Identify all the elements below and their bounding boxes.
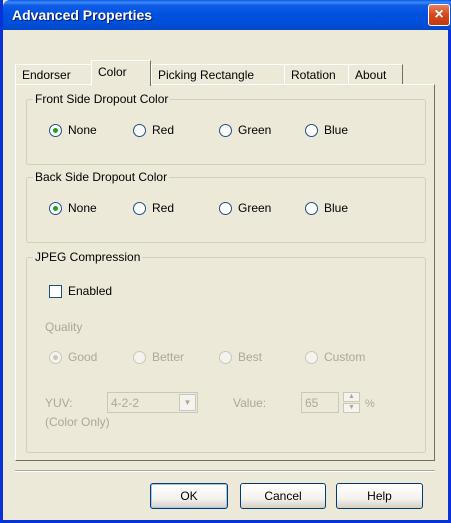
front-dropout-group: Front Side Dropout Color None Red Green … <box>26 92 426 165</box>
chevron-down-icon[interactable]: ▼ <box>179 394 196 411</box>
yuv-select[interactable]: 4-2-2 ▼ <box>107 392 198 413</box>
button-separator <box>15 470 435 472</box>
jpeg-compression-group: JPEG Compression Enabled Quality Good Be… <box>26 250 426 453</box>
front-radio-blue[interactable]: Blue <box>305 123 348 137</box>
jpeg-compression-title: JPEG Compression <box>33 250 143 264</box>
radio-indicator <box>133 201 146 215</box>
radio-indicator <box>133 350 146 364</box>
ok-button[interactable]: OK <box>150 483 228 509</box>
radio-indicator <box>49 350 62 364</box>
quality-radio-good[interactable]: Good <box>49 350 97 364</box>
yuv-label: YUV: <box>45 396 73 410</box>
quality-radio-best[interactable]: Best <box>219 350 262 364</box>
close-icon: × <box>434 6 444 23</box>
close-button[interactable]: × <box>428 4 450 26</box>
value-input-text: 65 <box>305 396 319 410</box>
radio-indicator <box>305 201 318 215</box>
back-radio-none[interactable]: None <box>49 201 97 215</box>
quality-label: Quality <box>45 320 83 334</box>
back-radio-red[interactable]: Red <box>133 201 174 215</box>
value-unit: % <box>365 398 375 410</box>
radio-indicator <box>305 123 318 137</box>
tab-color[interactable]: Color <box>91 60 151 86</box>
quality-radio-custom[interactable]: Custom <box>305 350 365 364</box>
enabled-checkbox[interactable]: Enabled <box>49 284 112 298</box>
spin-up-icon[interactable]: ▲ <box>343 392 360 402</box>
front-dropout-title: Front Side Dropout Color <box>33 92 171 106</box>
checkbox-indicator <box>49 284 62 298</box>
front-radio-none[interactable]: None <box>49 123 97 137</box>
radio-indicator <box>49 201 62 215</box>
radio-indicator <box>219 123 232 137</box>
radio-indicator <box>305 350 318 364</box>
cancel-button[interactable]: Cancel <box>240 483 326 509</box>
yuv-select-value: 4-2-2 <box>111 396 140 410</box>
back-dropout-group: Back Side Dropout Color None Red Green B… <box>26 170 426 243</box>
window-title: Advanced Properties <box>12 7 153 23</box>
back-dropout-title: Back Side Dropout Color <box>33 170 170 184</box>
tab-endorser[interactable]: Endorser <box>15 64 93 85</box>
tab-picking-rectangle[interactable]: Picking Rectangle <box>151 64 285 85</box>
value-input[interactable]: 65 <box>301 392 339 413</box>
back-radio-blue[interactable]: Blue <box>305 201 348 215</box>
value-spinner[interactable]: ▲ ▼ <box>343 392 360 413</box>
dialog-window: Advanced Properties × Endorser Color Pic… <box>0 0 451 523</box>
front-radio-red[interactable]: Red <box>133 123 174 137</box>
title-bar[interactable]: Advanced Properties × <box>3 0 451 30</box>
value-label: Value: <box>233 396 267 410</box>
radio-indicator <box>133 123 146 137</box>
tab-about[interactable]: About <box>348 64 403 85</box>
yuv-note: (Color Only) <box>45 415 110 429</box>
help-button[interactable]: Help <box>336 483 423 509</box>
spin-down-icon[interactable]: ▼ <box>343 403 360 413</box>
radio-indicator <box>219 350 232 364</box>
front-radio-green[interactable]: Green <box>219 123 271 137</box>
radio-indicator <box>49 123 62 137</box>
radio-indicator <box>219 201 232 215</box>
quality-radio-better[interactable]: Better <box>133 350 184 364</box>
color-tab-panel: Front Side Dropout Color None Red Green … <box>15 84 435 461</box>
back-radio-green[interactable]: Green <box>219 201 271 215</box>
tab-rotation[interactable]: Rotation <box>284 64 350 85</box>
